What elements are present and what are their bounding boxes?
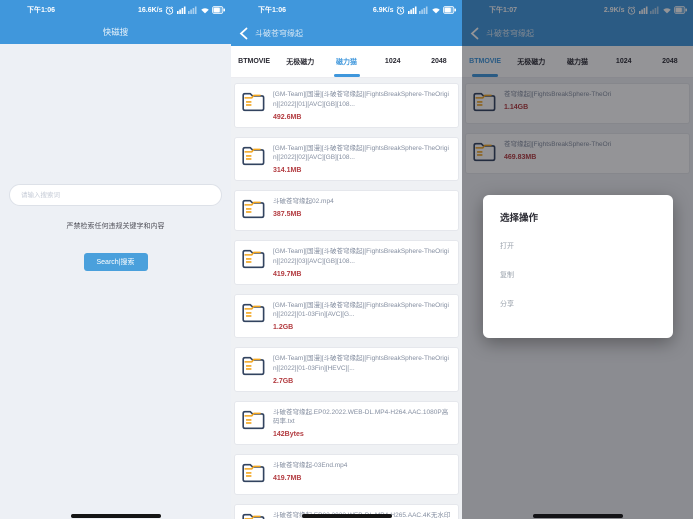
file-meta: 斗破苍穹缘起.EP02.2022.WEB-DL.MP4-H264.AAC.108… xyxy=(273,408,452,439)
file-size: 419.7MB xyxy=(273,474,302,482)
file-meta: [GM-Team][国漫][斗破苍穹缘起][FightsBreakSphere-… xyxy=(273,247,452,278)
network-speed: 6.9K/s xyxy=(372,6,394,14)
cellular-signal2-icon xyxy=(188,6,197,14)
results-screen: 下午1:06 6.9K/s 斗破苍穹缘起 BTMOVIE 无极磁力 磁力猫 10… xyxy=(231,0,462,519)
file-meta: [GM-Team][国漫][斗破苍穹缘起][FightsBreakSphere-… xyxy=(273,144,452,175)
file-size: 492.6MB xyxy=(273,113,302,121)
tab-label: 2048 xyxy=(431,58,447,65)
file-size: 1.2GB xyxy=(273,324,294,331)
cellular-signal2-icon xyxy=(419,6,428,14)
alarm-icon xyxy=(396,5,405,15)
source-tab[interactable]: 1024 xyxy=(370,46,416,77)
file-name: [GM-Team][国漫][斗破苍穹缘起][FightsBreakSphere-… xyxy=(273,144,449,162)
file-meta: [GM-Team][国漫][斗破苍穹缘起][FightsBreakSphere-… xyxy=(273,90,452,121)
file-result-item[interactable]: [GM-Team][国漫][斗破苍穹缘起][FightsBreakSphere-… xyxy=(234,293,459,338)
folder-icon xyxy=(241,247,266,274)
source-tab[interactable]: BTMOVIE xyxy=(231,46,277,77)
app-title: 快磁搜 xyxy=(102,27,129,37)
results-header: 斗破苍穹缘起 xyxy=(231,20,462,46)
wifi-icon xyxy=(200,6,210,14)
search-input[interactable] xyxy=(9,184,222,206)
folder-icon xyxy=(241,144,266,171)
cellular-signal-icon xyxy=(176,6,186,14)
file-meta: 斗破苍穹缘起02.mp4 387.5MB xyxy=(273,197,334,218)
home-indicator[interactable] xyxy=(301,514,392,518)
home-indicator[interactable] xyxy=(70,514,161,518)
source-tab-bar: BTMOVIE 无极磁力 磁力猫 1024 2048 xyxy=(231,46,462,78)
network-speed: 16.6K/s xyxy=(137,6,163,14)
app-header: 快磁搜 xyxy=(0,20,231,44)
status-bar: 下午1:06 6.9K/s xyxy=(231,0,462,20)
source-tab[interactable]: 磁力猫 xyxy=(323,46,369,77)
tab-label: BTMOVIE xyxy=(238,58,271,65)
battery-icon xyxy=(443,6,456,14)
folder-icon xyxy=(241,301,266,328)
dialog-option[interactable]: 打开 xyxy=(500,231,656,260)
alarm-icon xyxy=(165,5,174,15)
tab-label: 磁力猫 xyxy=(336,58,357,66)
file-meta: 斗破苍穹缘起-03End.mp4 419.7MB xyxy=(273,461,347,482)
folder-icon xyxy=(241,90,266,117)
wifi-icon xyxy=(431,6,441,14)
file-name: [GM-Team][国漫][斗破苍穹缘起][FightsBreakSphere-… xyxy=(273,301,449,319)
dialog-title: 选择操作 xyxy=(500,213,539,224)
file-size: 419.7MB xyxy=(273,270,302,278)
page-title: 斗破苍穹缘起 xyxy=(255,28,303,38)
status-bar: 下午1:06 16.6K/s xyxy=(0,0,231,20)
source-tab[interactable]: 无极磁力 xyxy=(277,46,323,77)
file-result-item[interactable]: [GM-Team][国漫][斗破苍穹缘起][FightsBreakSphere-… xyxy=(234,83,459,128)
back-button[interactable] xyxy=(239,27,248,40)
file-meta: [GM-Team][国漫][斗破苍穹缘起][FightsBreakSphere-… xyxy=(273,354,452,385)
file-name: 斗破苍穹缘起-03End.mp4 xyxy=(273,462,348,469)
action-dialog: 选择操作 打开 复制 分享 xyxy=(483,195,673,338)
search-warning-text: 严禁检索任何违规关键字和内容 xyxy=(66,223,165,230)
file-size: 2.7GB xyxy=(273,377,294,385)
file-name: [GM-Team][国漫][斗破苍穹缘起][FightsBreakSphere-… xyxy=(273,91,449,108)
dialog-options: 打开 复制 分享 xyxy=(500,231,656,318)
dialog-option-label: 复制 xyxy=(500,271,514,279)
file-size: 314.1MB xyxy=(273,167,302,174)
cellular-signal-icon xyxy=(407,6,417,14)
dialog-option-label: 分享 xyxy=(500,300,514,308)
folder-icon xyxy=(241,408,266,435)
battery-icon xyxy=(212,6,225,14)
tab-label: 1024 xyxy=(384,58,401,65)
file-result-item[interactable]: [GM-Team][国漫][斗破苍穹缘起][FightsBreakSphere-… xyxy=(234,240,459,285)
file-result-item[interactable]: 斗破苍穹缘起-03End.mp4 419.7MB xyxy=(234,454,459,495)
clock-time: 下午1:06 xyxy=(27,7,56,14)
file-result-item[interactable]: 斗破苍穹缘起02.mp4 387.5MB xyxy=(234,190,459,231)
file-name: [GM-Team][国漫][斗破苍穹缘起][FightsBreakSphere-… xyxy=(273,248,449,265)
folder-icon xyxy=(241,511,266,519)
file-result-item[interactable]: [GM-Team][国漫][斗破苍穹缘起][FightsBreakSphere-… xyxy=(234,136,459,181)
file-meta: [GM-Team][国漫][斗破苍穹缘起][FightsBreakSphere-… xyxy=(273,301,452,332)
file-name: [GM-Team][国漫][斗破苍穹缘起][FightsBreakSphere-… xyxy=(273,355,449,372)
dialog-option[interactable]: 复制 xyxy=(500,260,656,289)
source-tab[interactable]: 2048 xyxy=(416,46,462,77)
folder-icon xyxy=(241,461,266,488)
file-size: 387.5MB xyxy=(273,210,302,218)
file-list: [GM-Team][国漫][斗破苍穹缘起][FightsBreakSphere-… xyxy=(231,78,462,519)
clock-time: 下午1:06 xyxy=(258,7,287,14)
file-size: 142Bytes xyxy=(273,431,304,438)
folder-icon xyxy=(241,197,266,224)
dialog-option-label: 打开 xyxy=(500,242,514,250)
search-screen: 下午1:06 16.6K/s 快磁搜 严禁检索任何违规关键字和内容 Search… xyxy=(0,0,231,519)
file-result-item[interactable]: [GM-Team][国漫][斗破苍穹缘起][FightsBreakSphere-… xyxy=(234,347,459,392)
folder-icon xyxy=(241,354,266,381)
dialog-option[interactable]: 分享 xyxy=(500,289,656,318)
search-button[interactable]: Search|搜索 xyxy=(83,253,148,271)
file-name: 斗破苍穹缘起.EP02.2022.WEB-DL.MP4-H264.AAC.108… xyxy=(273,408,449,426)
file-result-item[interactable]: 斗破苍穹缘起.EP02.2022.WEB-DL.MP4-H264.AAC.108… xyxy=(234,400,459,445)
file-name: 斗破苍穹缘起02.mp4 xyxy=(273,198,334,205)
results-screen-with-dialog: 下午1:07 2.9K/s 斗破苍穹缘起 BTMOVIE 无极磁力 磁力猫 10… xyxy=(462,0,693,519)
tab-label: 无极磁力 xyxy=(286,58,315,66)
